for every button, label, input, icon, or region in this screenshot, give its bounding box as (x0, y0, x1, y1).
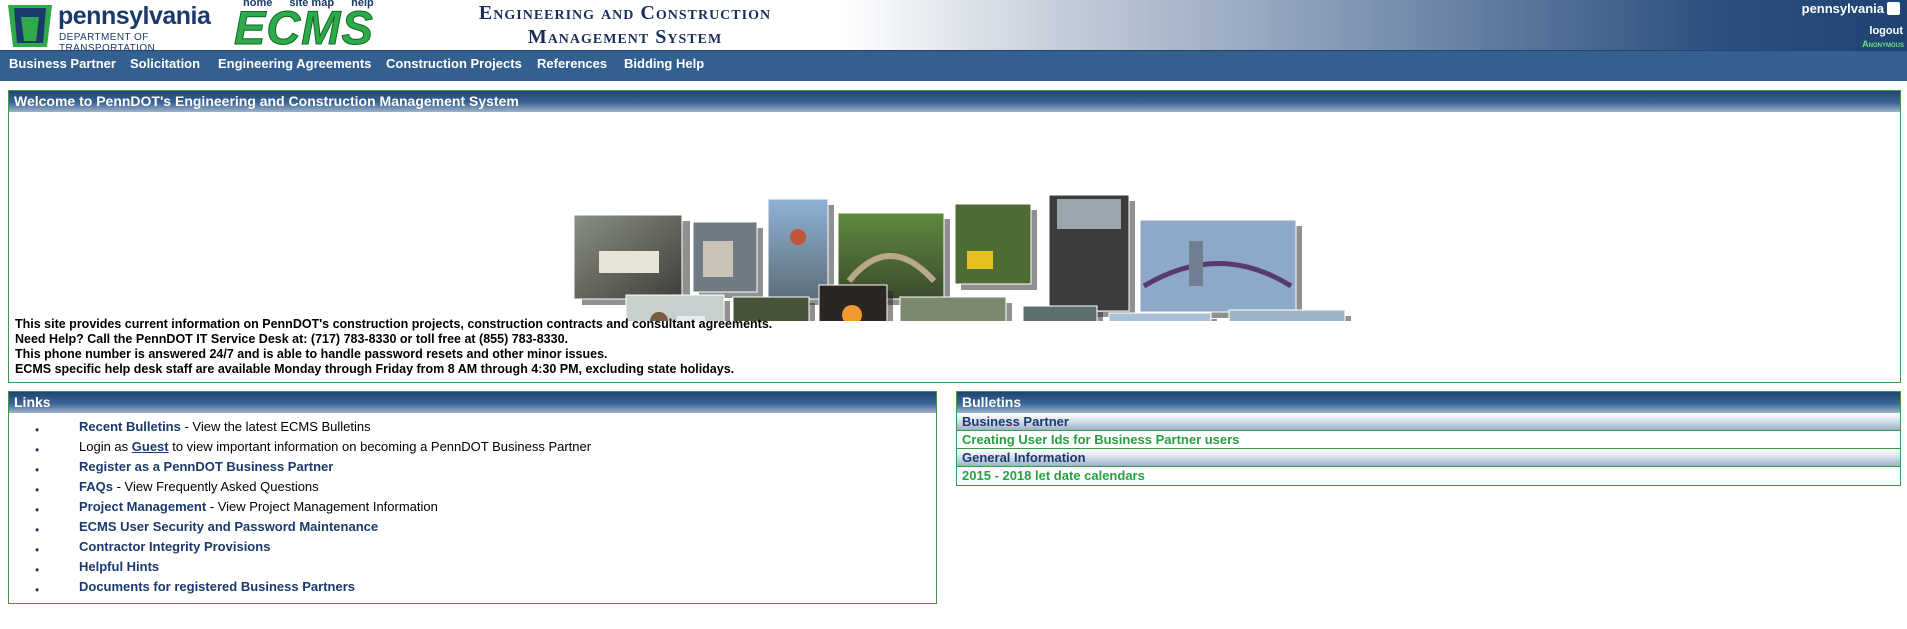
logo-name: pennsylvania (58, 2, 211, 30)
welcome-text: This site provides current information o… (15, 317, 772, 377)
photo-office (692, 221, 763, 298)
welcome-line: Need Help? Call the PennDOT IT Service D… (15, 332, 569, 346)
photo-collage (573, 194, 1351, 321)
list-item: Contractor Integrity Provisions (35, 537, 936, 560)
penndot-logo[interactable]: pennsylvania DEPARTMENT OF TRANSPORTATIO… (2, 0, 234, 54)
bulletin-category: General Information (957, 449, 1900, 467)
welcome-line: ECMS specific help desk staff are availa… (15, 362, 735, 376)
logout-link[interactable]: logout (1869, 25, 1903, 37)
page-header: pennsylvania DEPARTMENT OF TRANSPORTATIO… (0, 0, 1907, 54)
nav-business-partner[interactable]: Business Partner (9, 56, 116, 71)
photo-highway-sign (1108, 312, 1217, 321)
photo-loader (954, 203, 1037, 290)
list-item: FAQs - View Frequently Asked Questions (35, 477, 936, 500)
system-title: Engineering and Construction Management … (440, 1, 810, 49)
welcome-line: This site provides current information o… (15, 317, 773, 331)
contractor-integrity-link[interactable]: Contractor Integrity Provisions (79, 539, 270, 554)
nav-construction-projects[interactable]: Construction Projects (386, 56, 522, 71)
photo-crowd (1048, 194, 1135, 317)
links-title: Links (9, 392, 936, 413)
list-item: Documents for registered Business Partne… (35, 577, 936, 600)
welcome-panel: Welcome to PennDOT's Engineering and Con… (8, 90, 1901, 383)
photo-paving (899, 296, 1012, 321)
faqs-link[interactable]: FAQs (79, 479, 113, 494)
ecms-logo[interactable]: ECMS (234, 4, 374, 52)
state-label: pennsylvania (1802, 1, 1900, 16)
user-status: Anonymous (1862, 39, 1904, 49)
link-description: to view important information on becomin… (168, 439, 592, 454)
links-list: Recent Bulletins - View the latest ECMS … (9, 417, 936, 600)
bulletins-title: Bulletins (957, 392, 1900, 413)
system-title-line2: Management System (527, 26, 723, 48)
recent-bulletins-link[interactable]: Recent Bulletins (79, 419, 181, 434)
security-maintenance-link[interactable]: ECMS User Security and Password Maintena… (79, 519, 378, 534)
list-item: Helpful Hints (35, 557, 936, 580)
bulletins-panel: Bulletins Business Partner Creating User… (956, 391, 1901, 486)
link-prefix: Login as (79, 439, 132, 454)
register-link[interactable]: Register as a PennDOT Business Partner (79, 459, 333, 474)
list-item: Recent Bulletins - View the latest ECMS … (35, 417, 936, 440)
photo-welding (818, 284, 893, 321)
system-title-line1: Engineering and Construction (478, 2, 772, 24)
photo-roadway (1228, 309, 1351, 321)
link-description: - View the latest ECMS Bulletins (180, 419, 371, 434)
list-item: Register as a PennDOT Business Partner (35, 457, 936, 480)
main-nav: Business Partner Solicitation Engineerin… (0, 50, 1907, 81)
link-description: - View Frequently Asked Questions (112, 479, 319, 494)
list-item: Project Management - View Project Manage… (35, 497, 936, 520)
bulletin-category: Business Partner (957, 413, 1900, 431)
photo-city-bridge (1139, 219, 1302, 318)
welcome-line: This phone number is answered 24/7 and i… (15, 347, 608, 361)
project-management-link[interactable]: Project Management (79, 499, 206, 514)
link-description: - View Project Management Information (206, 499, 438, 514)
keystone-icon (8, 5, 52, 47)
state-label-text: pennsylvania (1801, 1, 1884, 16)
list-item: Login as Guest to view important informa… (35, 437, 936, 460)
guest-login-link[interactable]: Guest (132, 439, 169, 454)
nav-references[interactable]: References (537, 56, 607, 71)
photo-dump-truck (1022, 305, 1103, 321)
nav-engineering-agreements[interactable]: Engineering Agreements (218, 56, 371, 71)
photo-meeting (573, 214, 690, 305)
links-panel: Links Recent Bulletins - View the latest… (8, 391, 937, 604)
bulletin-item[interactable]: Creating User Ids for Business Partner u… (957, 431, 1900, 449)
bulletin-item[interactable]: 2015 - 2018 let date calendars (957, 467, 1900, 484)
keystone-small-icon (1887, 2, 1900, 15)
helpful-hints-link[interactable]: Helpful Hints (79, 559, 159, 574)
list-item: ECMS User Security and Password Maintena… (35, 517, 936, 540)
documents-link[interactable]: Documents for registered Business Partne… (79, 579, 355, 594)
nav-bidding-help[interactable]: Bidding Help (624, 56, 704, 71)
nav-solicitation[interactable]: Solicitation (130, 56, 200, 71)
